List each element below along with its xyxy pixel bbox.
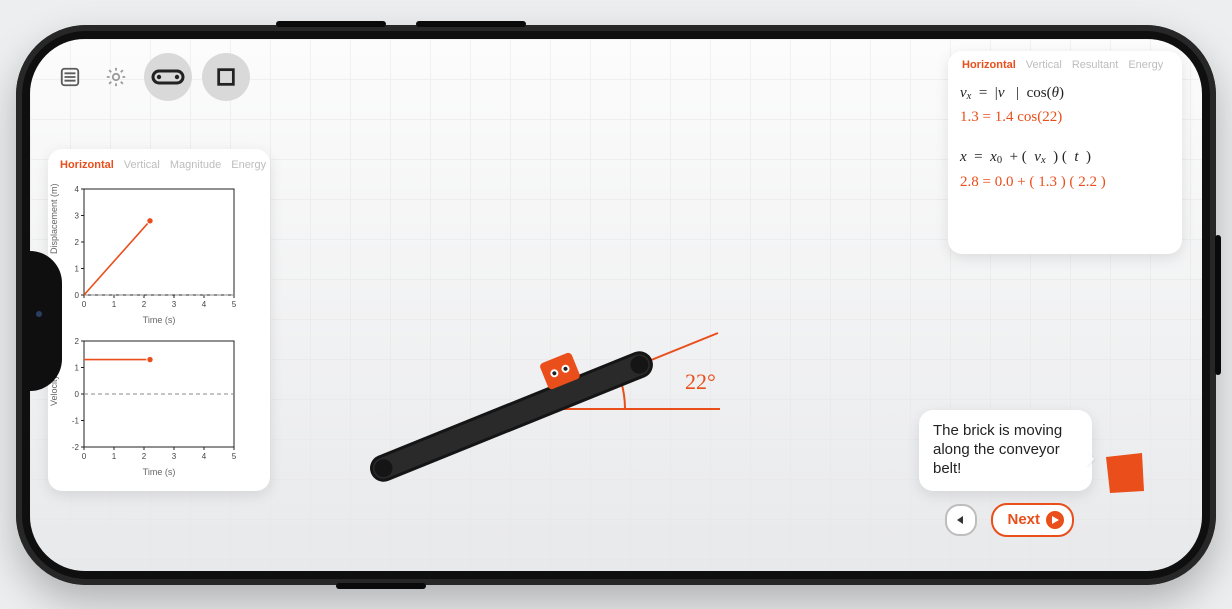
svg-text:0: 0	[82, 300, 87, 309]
svg-text:5: 5	[232, 452, 237, 461]
hardware-button-power	[1215, 235, 1221, 375]
hint-text: The brick is moving along the conveyor b…	[933, 422, 1062, 477]
square-icon	[215, 66, 237, 88]
svg-text:3: 3	[172, 452, 177, 461]
mascot-brick	[1102, 451, 1146, 495]
menu-icon	[59, 66, 81, 88]
play-icon	[1046, 511, 1064, 529]
graph-tabs: Horizontal Vertical Magnitude Energy	[58, 159, 260, 177]
svg-text:2: 2	[75, 337, 80, 346]
settings-button[interactable]	[98, 59, 134, 95]
conveyor-tool-button[interactable]	[144, 53, 192, 101]
eq-tab-horizontal[interactable]: Horizontal	[962, 59, 1016, 71]
toolbar	[52, 53, 250, 101]
hardware-button-action	[336, 583, 426, 589]
block-tool-button[interactable]	[202, 53, 250, 101]
eq-tab-vertical[interactable]: Vertical	[1026, 59, 1062, 71]
svg-text:0: 0	[75, 291, 80, 300]
hint-bubble: The brick is moving along the conveyor b…	[919, 410, 1092, 490]
svg-text:0: 0	[82, 452, 87, 461]
svg-text:3: 3	[172, 300, 177, 309]
eq-tab-resultant[interactable]: Resultant	[1072, 59, 1118, 71]
equation-tabs: Horizontal Vertical Resultant Energy	[960, 59, 1170, 77]
svg-text:2: 2	[142, 300, 147, 309]
phone-screen: Horizontal Vertical Magnitude Energy Dis…	[30, 39, 1202, 571]
svg-text:-1: -1	[72, 416, 80, 425]
menu-button[interactable]	[52, 59, 88, 95]
graph-tab-vertical[interactable]: Vertical	[124, 159, 160, 171]
equations-panel: Horizontal Vertical Resultant Energy vx …	[948, 51, 1182, 255]
graph-tab-energy[interactable]: Energy	[231, 159, 266, 171]
displacement-xlabel: Time (s)	[58, 315, 260, 325]
graph-tab-magnitude[interactable]: Magnitude	[170, 159, 221, 171]
nav-controls: Next	[945, 503, 1074, 537]
eq-tab-energy[interactable]: Energy	[1128, 59, 1163, 71]
eq-x: x = x0 + ( vx ) ( t ) 2.8 = 0.0 + ( 1.3 …	[960, 145, 1170, 194]
next-label: Next	[1007, 511, 1040, 528]
svg-text:2: 2	[75, 238, 80, 247]
gear-icon	[105, 66, 127, 88]
conveyor-icon	[151, 67, 185, 87]
hardware-button-volume-up	[276, 21, 386, 27]
notch	[30, 251, 62, 391]
hardware-button-volume-down	[416, 21, 526, 27]
svg-text:2: 2	[142, 452, 147, 461]
displacement-ylabel: Displacement (m)	[49, 183, 59, 254]
svg-text:4: 4	[202, 452, 207, 461]
svg-text:-2: -2	[72, 443, 80, 452]
velocity-graph: Velocity (m/s) 012345-2-1012 Time (s)	[58, 335, 260, 477]
graphs-panel: Horizontal Vertical Magnitude Energy Dis…	[48, 149, 270, 491]
device-frame: Horizontal Vertical Magnitude Energy Dis…	[16, 25, 1216, 585]
velocity-xlabel: Time (s)	[58, 467, 260, 477]
svg-text:4: 4	[75, 185, 80, 194]
next-button[interactable]: Next	[991, 503, 1074, 537]
svg-text:1: 1	[112, 300, 117, 309]
svg-text:3: 3	[75, 211, 80, 220]
svg-text:4: 4	[202, 300, 207, 309]
svg-text:1: 1	[75, 363, 80, 372]
svg-text:5: 5	[232, 300, 237, 309]
prev-button[interactable]	[945, 504, 977, 536]
graph-tab-horizontal[interactable]: Horizontal	[60, 159, 114, 171]
svg-text:1: 1	[112, 452, 117, 461]
eq-vx: vx = |v⃗| cos(θ) 1.3 = 1.4 cos(22)	[960, 81, 1170, 130]
angle-label: 22°	[685, 369, 716, 394]
svg-text:1: 1	[75, 264, 80, 273]
displacement-graph: Displacement (m) 01234501234 Time (s)	[58, 183, 260, 325]
svg-text:0: 0	[75, 390, 80, 399]
